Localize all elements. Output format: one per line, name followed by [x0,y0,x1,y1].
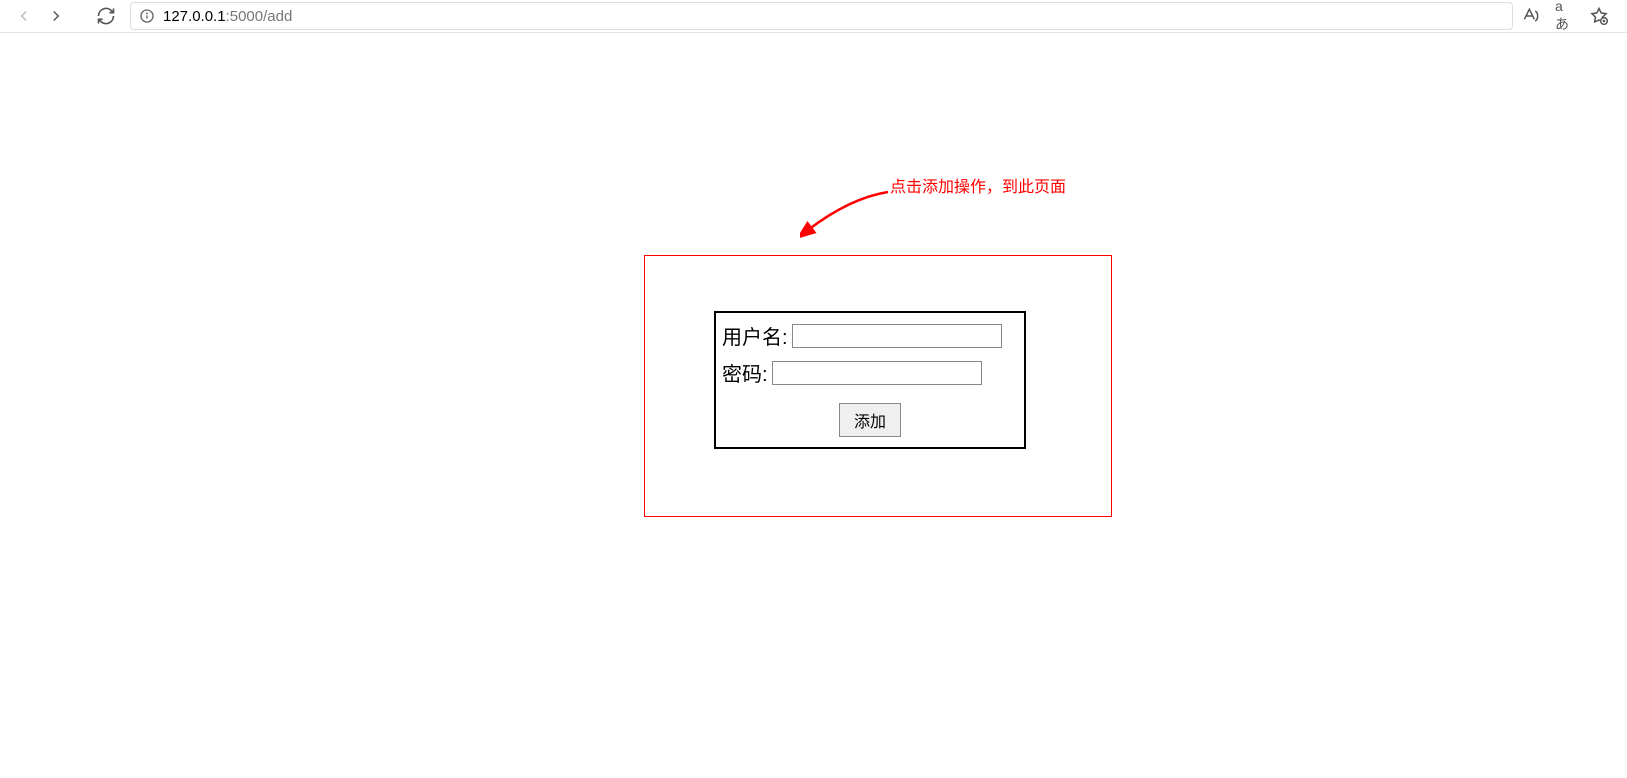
username-input[interactable] [792,324,1002,348]
password-row: 密码: [720,354,1020,391]
page-content: 点击添加操作，到此页面 用户名: 密码: 添加 [0,33,1627,778]
browser-toolbar: 127.0.0.1:5000/add aあ [0,0,1627,33]
url-rest: :5000/add [226,8,293,25]
annotation-text: 点击添加操作，到此页面 [890,173,1066,197]
password-label: 密码: [722,358,768,387]
refresh-button[interactable] [90,0,122,32]
favorites-icon[interactable] [1589,6,1609,26]
submit-row: 添加 [720,391,1020,437]
back-button[interactable] [8,0,40,32]
toolbar-right: aあ [1521,6,1619,26]
address-url: 127.0.0.1:5000/add [163,8,292,25]
translate-icon[interactable]: aあ [1555,6,1575,26]
password-input[interactable] [772,361,982,385]
forward-button[interactable] [40,0,72,32]
username-label: 用户名: [722,321,788,350]
username-row: 用户名: [720,317,1020,354]
read-aloud-icon[interactable] [1521,6,1541,26]
url-host: 127.0.0.1 [163,8,226,25]
address-bar[interactable]: 127.0.0.1:5000/add [130,2,1513,30]
info-icon [139,8,155,24]
add-form: 用户名: 密码: 添加 [714,311,1026,449]
annotation-arrow-icon [800,188,890,238]
add-button[interactable]: 添加 [839,403,901,437]
